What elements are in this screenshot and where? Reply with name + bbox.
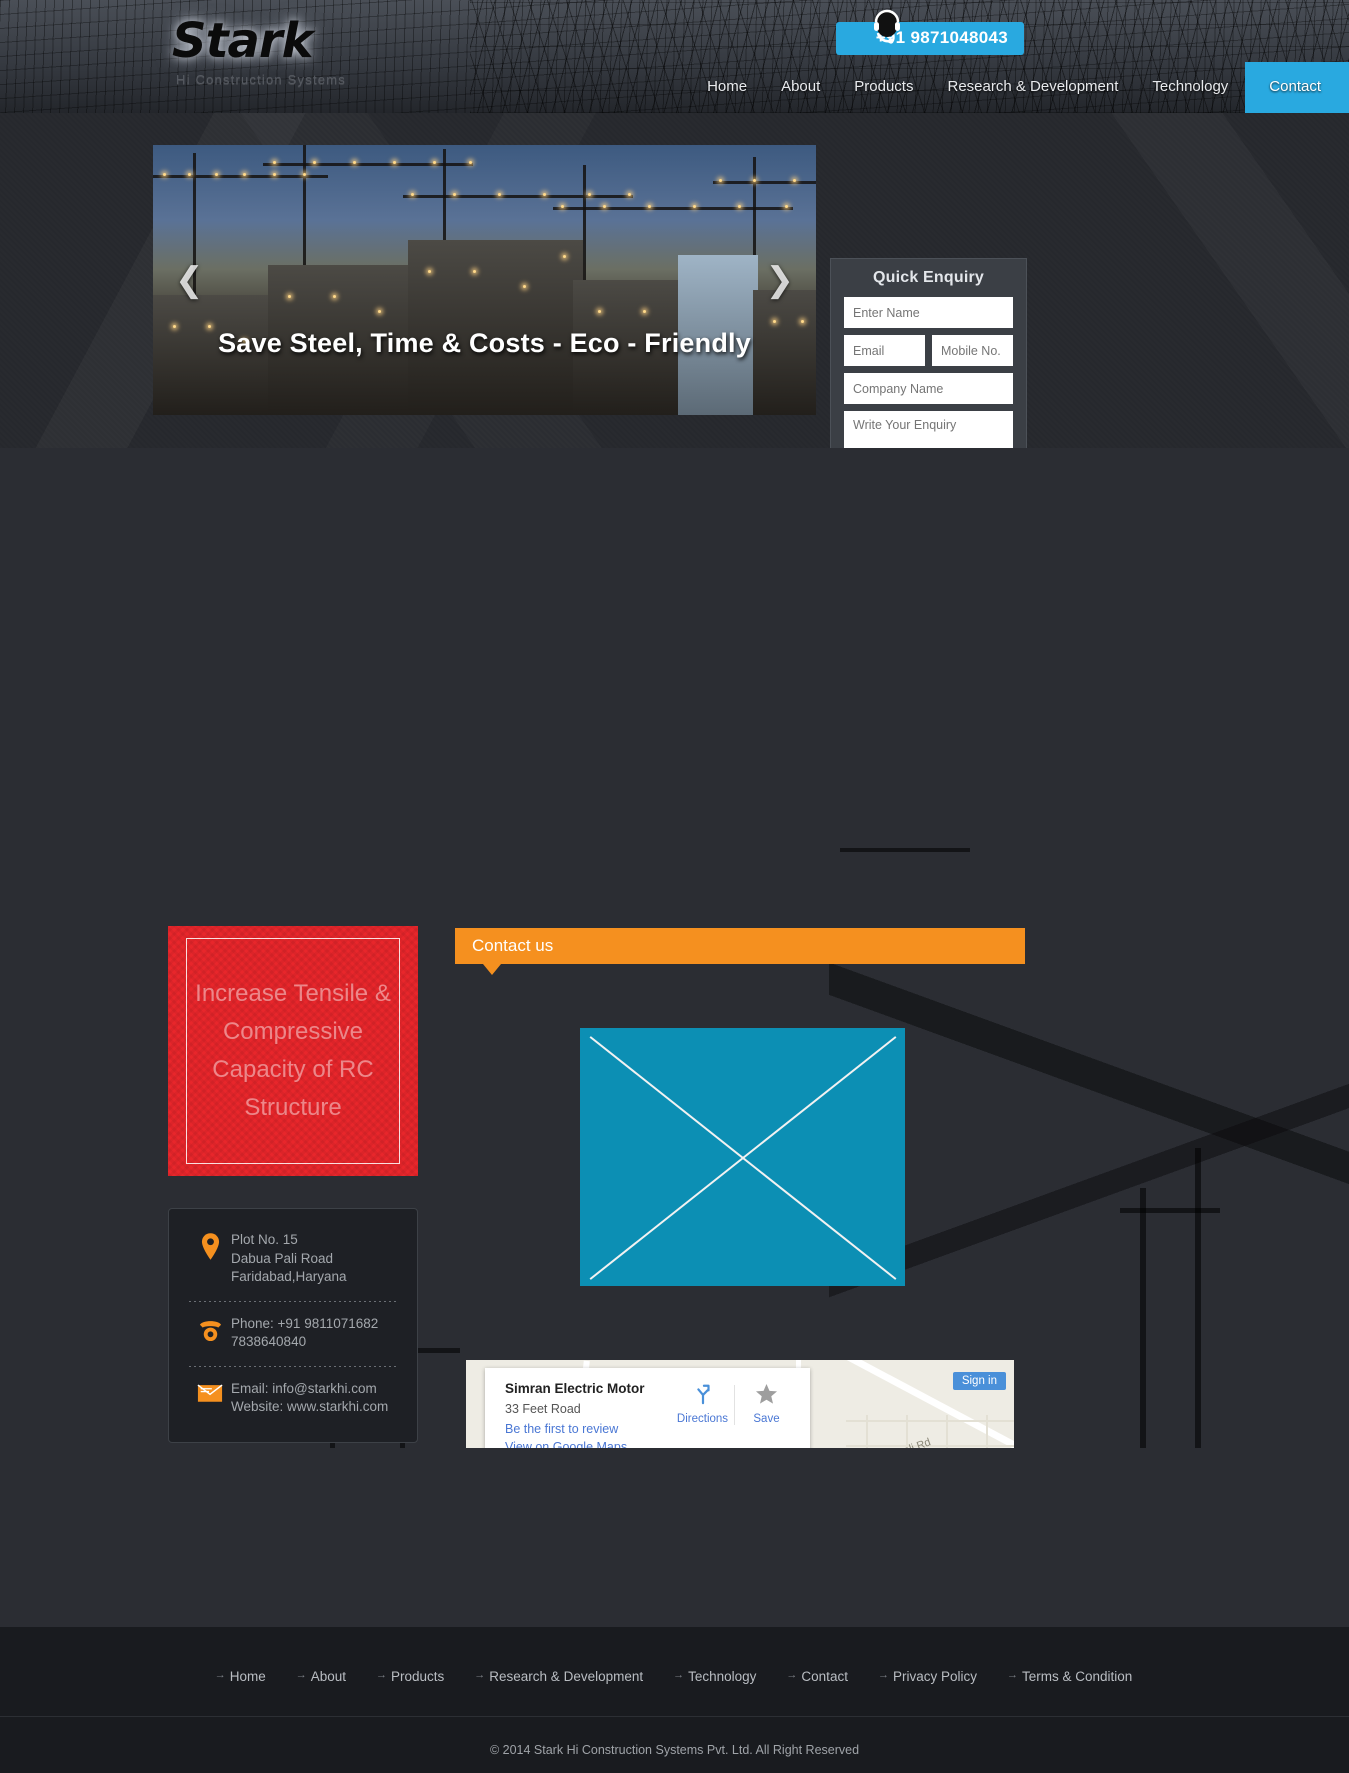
email-row: Email: info@starkhi.com Website: www.sta… (183, 1380, 403, 1417)
save-button[interactable]: Save (735, 1383, 798, 1425)
slider-caption: Save Steel, Time & Costs - Eco - Friendl… (218, 328, 751, 358)
footer-link-about[interactable]: About (296, 1669, 346, 1684)
footer-link-privacy-policy[interactable]: Privacy Policy (878, 1669, 977, 1684)
enquiry-company-input[interactable] (844, 373, 1013, 404)
enquiry-name-input[interactable] (844, 297, 1013, 328)
nav-item-research-development[interactable]: Research & Development (930, 62, 1135, 113)
copyright-text: © 2014 Stark Hi Construction Systems Pvt… (489, 1743, 860, 1757)
envelope-icon (189, 1380, 231, 1403)
hero-slider[interactable]: ❮ ❯ Save Steel, Time & Costs - Eco - Fri… (153, 145, 816, 415)
enquiry-title: Quick Enquiry (872, 269, 985, 286)
main-navigation: Home About Products Research & Developme… (690, 62, 1349, 113)
nav-item-home[interactable]: Home (690, 62, 764, 113)
main-content: Increase Tensile & Compressive Capacity … (0, 448, 1349, 1448)
info-divider (189, 1300, 397, 1302)
nav-item-contact[interactable]: Contact (1245, 62, 1349, 113)
review-link[interactable]: Be the first to review (505, 1422, 671, 1436)
place-title: Simran Electric Motor (505, 1381, 645, 1396)
contact-us-title: Contact us (472, 936, 554, 955)
site-logo[interactable]: Stark Hi Construction Systems (172, 14, 346, 87)
google-map[interactable]: Pali Rd Pali Rd Food Corpo of Simran Ele… (466, 1360, 1014, 1448)
view-on-google-maps-link[interactable]: View on Google Maps (505, 1440, 671, 1448)
slider-image (153, 145, 816, 415)
star-icon (755, 1383, 778, 1404)
address-text: Plot No. 15 Dabua Pali Road Faridabad,Ha… (231, 1232, 347, 1284)
nav-item-products[interactable]: Products (837, 62, 930, 113)
contact-us-banner: Contact us (455, 928, 1025, 975)
logo-tagline: Hi Construction Systems (176, 72, 346, 87)
phone-row: Phone: +91 9811071682 7838640840 (183, 1315, 403, 1352)
site-footer: Home About Products Research & Developme… (0, 1627, 1349, 1773)
quick-enquiry-form: Quick Enquiry Send (830, 258, 1027, 448)
phone-text: Phone: +91 9811071682 7838640840 (231, 1315, 379, 1350)
site-header: Stark Hi Construction Systems +91 987104… (0, 0, 1349, 113)
directions-icon (696, 1384, 710, 1405)
nav-item-technology[interactable]: Technology (1135, 62, 1245, 113)
contact-info-box: Plot No. 15 Dabua Pali Road Faridabad,Ha… (168, 1208, 418, 1443)
bg-silhouette (1140, 1188, 1146, 1448)
enquiry-mobile-input[interactable] (932, 335, 1013, 366)
footer-link-products[interactable]: Products (376, 1669, 444, 1684)
broken-image-placeholder (580, 1028, 905, 1286)
slider-prev-button[interactable]: ❮ (175, 260, 204, 300)
headset-icon (872, 8, 902, 48)
slider-next-button[interactable]: ❯ (766, 260, 795, 300)
footer-link-technology[interactable]: Technology (673, 1669, 756, 1684)
info-divider (189, 1365, 397, 1367)
email-text: Email: info@starkhi.com Website: www.sta… (231, 1380, 389, 1415)
bg-silhouette (1195, 1148, 1201, 1448)
promo-inner-frame: Increase Tensile & Compressive Capacity … (186, 938, 400, 1164)
bg-silhouette (840, 848, 970, 852)
logo-wordmark: Stark (172, 13, 313, 69)
telephone-icon (189, 1315, 231, 1342)
directions-button[interactable]: Directions (671, 1383, 734, 1425)
save-label: Save (753, 1413, 780, 1425)
footer-link-research-development[interactable]: Research & Development (474, 1669, 643, 1684)
nav-item-about[interactable]: About (764, 62, 837, 113)
footer-link-contact[interactable]: Contact (786, 1669, 848, 1684)
address-row: Plot No. 15 Dabua Pali Road Faridabad,Ha… (183, 1231, 403, 1287)
header-phone-badge[interactable]: +91 9871048043 (835, 22, 1024, 55)
footer-link-home[interactable]: Home (215, 1669, 266, 1684)
promo-banner[interactable]: Increase Tensile & Compressive Capacity … (168, 926, 418, 1176)
enquiry-message-input[interactable] (844, 411, 1013, 448)
bg-silhouette (1120, 1208, 1220, 1213)
directions-label: Directions (676, 1413, 729, 1425)
enquiry-email-input[interactable] (844, 335, 925, 366)
place-address: 33 Feet Road (505, 1402, 581, 1416)
footer-navigation: Home About Products Research & Developme… (0, 1627, 1349, 1684)
location-pin-icon (189, 1231, 231, 1260)
hero-section: ❮ ❯ Save Steel, Time & Costs - Eco - Fri… (0, 113, 1349, 448)
map-place-card: Simran Electric Motor 33 Feet Road Be th… (485, 1368, 810, 1448)
promo-text: Increase Tensile & Compressive Capacity … (195, 980, 391, 1121)
footer-link-terms-condition[interactable]: Terms & Condition (1007, 1669, 1132, 1684)
map-signin-button[interactable]: Sign in (952, 1372, 1006, 1390)
